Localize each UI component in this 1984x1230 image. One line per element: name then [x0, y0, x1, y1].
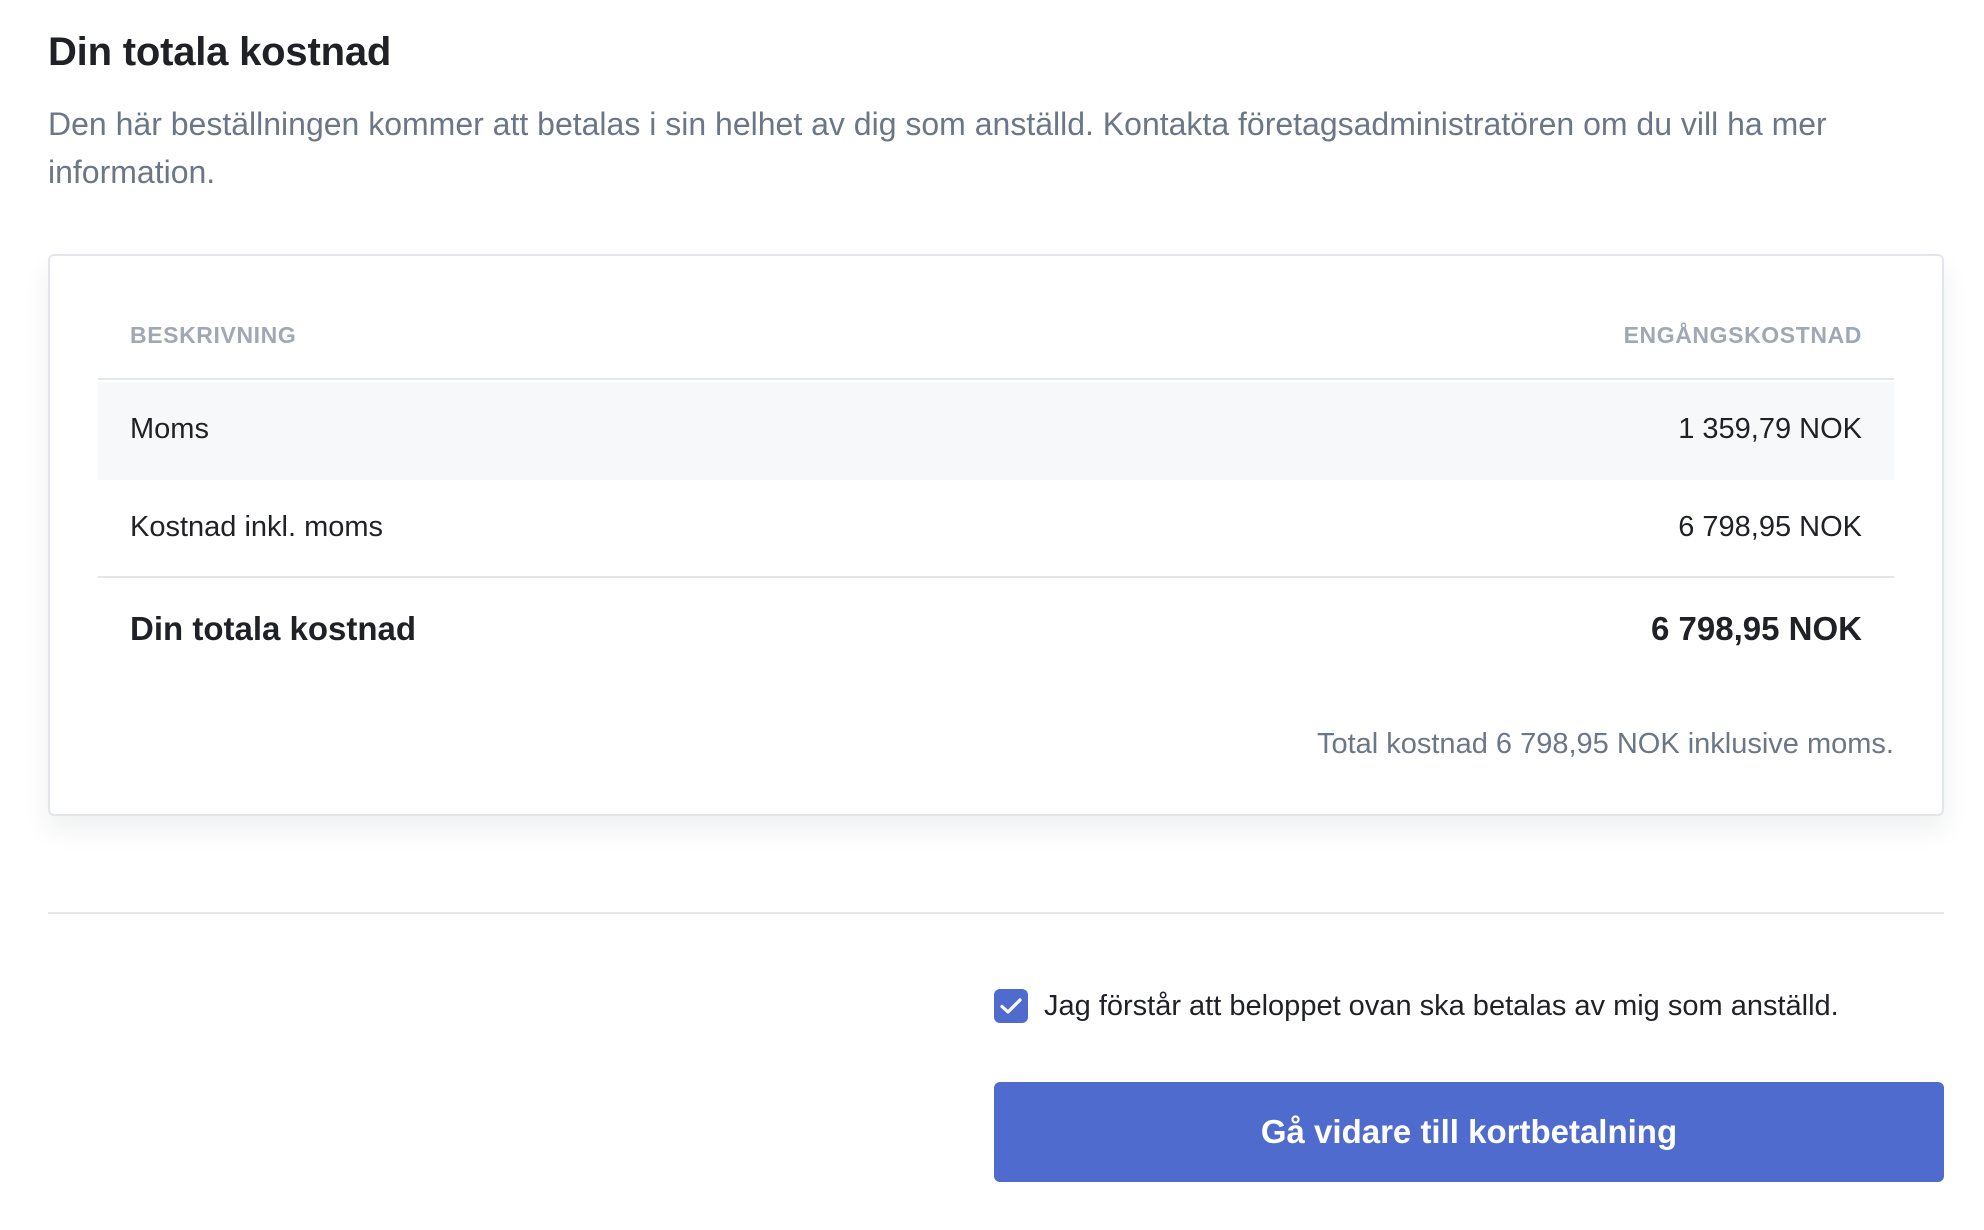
- row-label: Kostnad inkl. moms: [130, 511, 384, 543]
- continue-to-card-payment-button[interactable]: Gå vidare till kortbetalning: [994, 1082, 1944, 1182]
- column-header-description: BESKRIVNING: [130, 322, 297, 348]
- total-value: 6 798,95 NOK: [1651, 610, 1862, 647]
- total-note: Total kostnad 6 798,95 NOK inklusive mom…: [1316, 728, 1894, 760]
- total-label: Din totala kostnad: [130, 610, 417, 647]
- cost-summary-page: Din totala kostnad Den här beställningen…: [0, 0, 1984, 1230]
- confirmation-checkbox-row[interactable]: Jag förstår att beloppet ovan ska betala…: [994, 988, 1839, 1024]
- confirmation-label: Jag förstår att beloppet ovan ska betala…: [1044, 989, 1839, 1022]
- checkmark-icon: [1000, 998, 1022, 1014]
- cost-card: BESKRIVNING ENGÅNGSKOSTNAD Moms 1 359,79…: [48, 254, 1944, 816]
- page-title: Din totala kostnad: [48, 30, 392, 74]
- table-row-cost-incl-vat: Kostnad inkl. moms 6 798,95 NOK: [98, 480, 1894, 578]
- table-header: BESKRIVNING ENGÅNGSKOSTNAD: [98, 310, 1894, 380]
- row-value: 6 798,95 NOK: [1678, 511, 1862, 543]
- confirmation-checkbox[interactable]: [994, 989, 1028, 1023]
- page-description: Den här beställningen kommer att betalas…: [48, 106, 1827, 190]
- column-header-one-time-cost: ENGÅNGSKOSTNAD: [1623, 322, 1862, 348]
- row-label: Moms: [130, 413, 209, 445]
- table-row-vat: Moms 1 359,79 NOK: [98, 382, 1894, 480]
- section-divider: [48, 912, 1944, 914]
- table-row-total: Din totala kostnad 6 798,95 NOK: [98, 580, 1894, 678]
- row-value: 1 359,79 NOK: [1678, 413, 1862, 445]
